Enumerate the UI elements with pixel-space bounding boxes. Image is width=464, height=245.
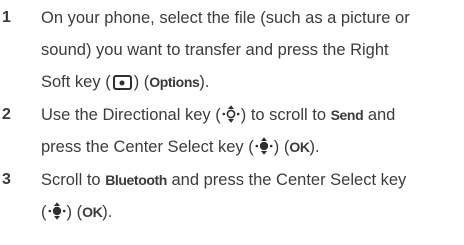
text-fragment: press the Center Select key (	[41, 138, 254, 156]
step-number: 2	[2, 106, 11, 123]
text-fragment: ).	[102, 203, 113, 221]
text-fragment: Use the Directional key (	[41, 106, 221, 124]
text-fragment: ).	[309, 138, 320, 156]
step-text: Use the Directional key ( ) to scroll to…	[41, 99, 459, 163]
text-fragment: ) (	[273, 138, 290, 156]
step-text-line: Scroll to Bluetooth and press the Center…	[41, 164, 459, 196]
send-label: Send	[330, 107, 364, 123]
step-text-line: Use the Directional key ( ) to scroll to…	[41, 99, 459, 131]
step-text-line: Soft key ( ) (Options).	[41, 66, 459, 98]
ok-label: OK	[289, 139, 310, 155]
text-fragment: ).	[199, 73, 210, 91]
instruction-steps: 1 On your phone, select the file (such a…	[0, 0, 464, 245]
text-fragment: ) (	[133, 73, 150, 91]
text-fragment: and press the Center Select key	[166, 171, 407, 189]
step-number: 3	[2, 171, 11, 188]
step-text-line: sound) you want to transfer and press th…	[41, 41, 389, 59]
step-number: 1	[2, 9, 11, 26]
text-fragment: (	[41, 203, 47, 221]
text-fragment: Scroll to	[41, 171, 106, 189]
step-text-line: press the Center Select key ( ) (OK).	[41, 131, 459, 163]
directional-key-icon	[222, 105, 240, 123]
step-text: On your phone, select the file (such as …	[41, 2, 459, 98]
step-text-line: On your phone, select the file (such as …	[41, 9, 410, 27]
options-label: Options	[149, 74, 200, 90]
text-fragment: ) to scroll to	[240, 106, 331, 124]
step-text: Scroll to Bluetooth and press the Center…	[41, 164, 459, 228]
right-soft-key-icon	[112, 75, 132, 90]
center-select-key-icon	[255, 137, 273, 155]
center-select-key-icon	[48, 202, 65, 220]
bluetooth-label: Bluetooth	[105, 172, 167, 188]
text-fragment: ) (	[66, 203, 83, 221]
text-fragment: Soft key (	[41, 73, 111, 91]
ok-label: OK	[82, 204, 103, 220]
step-text-line: ( ) (OK).	[41, 196, 459, 228]
text-fragment: and	[363, 106, 396, 124]
